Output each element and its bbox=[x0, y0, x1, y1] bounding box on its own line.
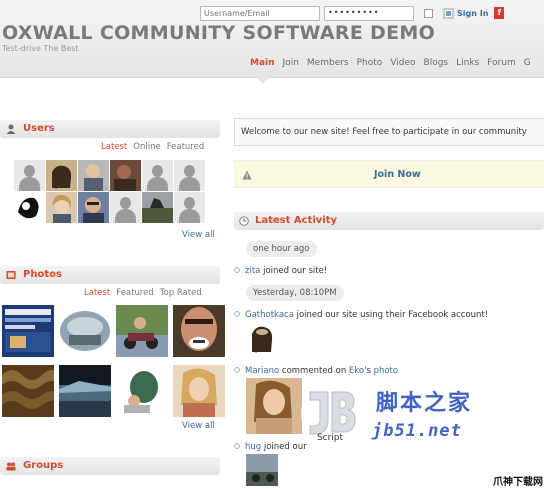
photo-thumbnail[interactable] bbox=[173, 365, 225, 417]
activity-item: hug joined our bbox=[234, 442, 307, 452]
users-tabs: Latest Online Featured bbox=[95, 142, 204, 152]
time-label: one hour ago bbox=[246, 241, 317, 257]
time-label: Yesterday, 08:10PM bbox=[246, 285, 344, 301]
activity-box-header: Latest Activity bbox=[234, 212, 544, 230]
activity-owner-link[interactable]: Eko bbox=[349, 366, 364, 376]
login-bar: ••••••••• Sign In f bbox=[200, 5, 505, 21]
watermark-url: jb51.net bbox=[372, 421, 462, 441]
bullet-icon bbox=[234, 443, 240, 449]
nav-join[interactable]: Join bbox=[283, 58, 299, 68]
corner-watermark: 爪神下载网 bbox=[493, 477, 543, 488]
user-icon bbox=[6, 124, 16, 134]
users-view-all-link[interactable]: View all bbox=[182, 230, 215, 240]
users-tab-featured[interactable]: Featured bbox=[167, 142, 205, 152]
signin-button[interactable]: Sign In bbox=[457, 9, 488, 18]
avatar[interactable] bbox=[78, 160, 109, 191]
site-title[interactable]: OXWALL COMMUNITY SOFTWARE DEMO bbox=[2, 22, 435, 44]
activity-text: 's bbox=[364, 366, 374, 376]
site-tagline: Test-drive The Best bbox=[2, 44, 79, 53]
activity-photo-thumbnail[interactable] bbox=[246, 378, 302, 434]
avatar[interactable] bbox=[174, 192, 205, 223]
activity-user-link[interactable]: hug bbox=[245, 442, 261, 452]
photo-thumbnail[interactable] bbox=[173, 305, 225, 357]
nav-blogs[interactable]: Blogs bbox=[424, 58, 449, 68]
watermark-chinese-text: 脚本之家 bbox=[376, 391, 473, 416]
photo-thumbnail[interactable] bbox=[2, 365, 54, 417]
photos-view-all-link[interactable]: View all bbox=[182, 421, 215, 431]
avatar[interactable] bbox=[110, 192, 141, 223]
avatar[interactable] bbox=[142, 192, 173, 223]
activity-text: joined our site using their Facebook acc… bbox=[293, 310, 489, 320]
groups-box-header: Groups bbox=[0, 457, 220, 475]
photo-thumbnail[interactable] bbox=[116, 365, 168, 417]
photo-thumbnail[interactable] bbox=[2, 305, 54, 357]
photo-thumbnail[interactable] bbox=[116, 305, 168, 357]
activity-avatar[interactable] bbox=[246, 322, 278, 354]
welcome-message: Welcome to our new site! Feel free to pa… bbox=[234, 118, 544, 146]
photo-icon bbox=[6, 271, 16, 279]
nav-members[interactable]: Members bbox=[307, 58, 349, 68]
bullet-icon bbox=[234, 267, 240, 273]
photos-tab-top-rated[interactable]: Top Rated bbox=[160, 288, 202, 298]
users-tab-online[interactable]: Online bbox=[133, 142, 160, 152]
activity-photo-link[interactable]: photo bbox=[374, 366, 399, 376]
photos-box-header: Photos bbox=[0, 266, 220, 284]
nav-more[interactable]: G bbox=[524, 58, 531, 68]
avatar[interactable] bbox=[14, 192, 45, 223]
users-box-header: Users bbox=[0, 120, 220, 138]
avatar[interactable] bbox=[46, 192, 77, 223]
signin-icon bbox=[443, 8, 454, 18]
nav-photo[interactable]: Photo bbox=[357, 58, 383, 68]
avatar[interactable] bbox=[78, 192, 109, 223]
remember-checkbox[interactable] bbox=[424, 8, 433, 18]
nav-main[interactable]: Main bbox=[250, 58, 275, 68]
bullet-icon bbox=[234, 367, 240, 373]
facebook-connect-icon[interactable]: f bbox=[494, 7, 505, 19]
password-input[interactable]: ••••••••• bbox=[324, 5, 414, 21]
photos-title: Photos bbox=[23, 269, 62, 280]
activity-user-link[interactable]: Mariano bbox=[245, 366, 279, 376]
watermark-logo: Script bbox=[301, 384, 359, 443]
photos-tabs: Latest Featured Top Rated bbox=[78, 288, 202, 298]
users-avatar-grid bbox=[14, 160, 205, 223]
activity-item: Mariano commented on Eko's photo bbox=[234, 366, 398, 376]
users-tab-latest[interactable]: Latest bbox=[101, 142, 127, 152]
groups-icon bbox=[6, 462, 16, 471]
activity-text: joined our site! bbox=[260, 266, 328, 276]
username-input[interactable] bbox=[200, 5, 320, 21]
activity-user-link[interactable]: zita bbox=[245, 266, 260, 276]
avatar[interactable] bbox=[174, 160, 205, 191]
main-nav: Main Join Members Photo Video Blogs Link… bbox=[250, 58, 539, 68]
activity-item: zita joined our site! bbox=[234, 266, 327, 276]
avatar[interactable] bbox=[142, 160, 173, 191]
warning-icon bbox=[242, 170, 252, 180]
join-now-box: Join Now bbox=[234, 160, 544, 188]
activity-item: Gathotkaca joined our site using their F… bbox=[234, 310, 488, 320]
photos-tab-featured[interactable]: Featured bbox=[116, 288, 154, 298]
bullet-icon bbox=[234, 311, 240, 317]
site-header: ••••••••• Sign In f OXWALL COMMUNITY SOF… bbox=[0, 0, 544, 78]
activity-title: Latest Activity bbox=[255, 215, 338, 226]
avatar[interactable] bbox=[14, 160, 45, 191]
photo-thumbnail[interactable] bbox=[59, 305, 111, 357]
nav-links[interactable]: Links bbox=[456, 58, 479, 68]
nav-video[interactable]: Video bbox=[390, 58, 415, 68]
users-title: Users bbox=[23, 123, 55, 134]
activity-user-link[interactable]: Gathotkaca bbox=[245, 310, 294, 320]
clock-icon bbox=[239, 216, 249, 226]
join-now-link[interactable]: Join Now bbox=[374, 169, 421, 180]
photos-grid bbox=[2, 305, 225, 417]
photos-tab-latest[interactable]: Latest bbox=[84, 288, 110, 298]
nav-forum[interactable]: Forum bbox=[487, 58, 516, 68]
avatar[interactable] bbox=[46, 160, 77, 191]
activity-text: commented on bbox=[279, 366, 349, 376]
photo-thumbnail[interactable] bbox=[59, 365, 111, 417]
avatar[interactable] bbox=[110, 160, 141, 191]
activity-avatar[interactable] bbox=[246, 454, 278, 486]
groups-title: Groups bbox=[23, 460, 64, 471]
nav-active-pointer bbox=[256, 77, 270, 84]
watermark-logo-text: Script bbox=[317, 433, 344, 443]
